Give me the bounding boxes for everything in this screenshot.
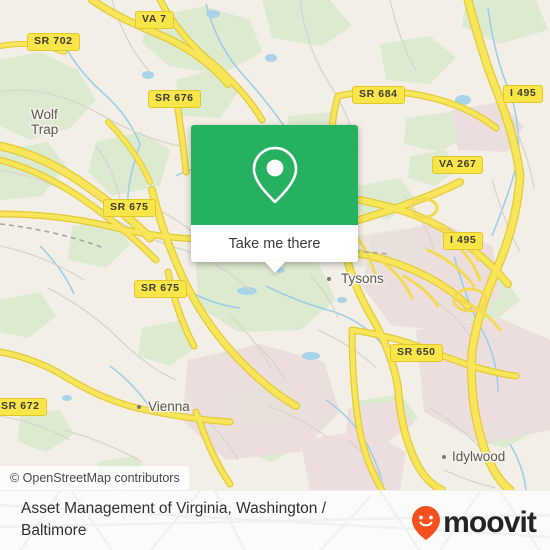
take-me-there-button[interactable]: Take me there — [191, 225, 358, 262]
place-dot-vienna — [137, 405, 141, 409]
road-shield: SR 672 — [0, 398, 47, 416]
road-shield: SR 675 — [103, 199, 156, 217]
road-shield: I 495 — [503, 85, 544, 103]
caption-bar: Asset Management of Virginia, Washington… — [0, 490, 550, 550]
road-shield: SR 676 — [148, 90, 201, 108]
place-label-wolf-trap: Wolf Trap — [31, 107, 59, 137]
road-shield: VA 7 — [135, 11, 174, 29]
place-dot-tysons — [327, 277, 331, 281]
take-me-there-popup[interactable]: Take me there — [191, 125, 358, 273]
road-shield: SR 684 — [352, 86, 405, 104]
moovit-smiley-pin-icon — [412, 506, 441, 540]
popup-pointer-tail — [263, 261, 286, 273]
osm-attribution-text: © OpenStreetMap contributors — [10, 471, 180, 485]
place-label-tysons: Tysons — [341, 271, 384, 286]
osm-attribution: © OpenStreetMap contributors — [0, 466, 189, 490]
road-shield: I 495 — [443, 232, 484, 250]
place-dot-idylwood — [442, 455, 446, 459]
road-shield: SR 702 — [27, 33, 80, 51]
road-shield: VA 267 — [432, 156, 484, 174]
moovit-logo: moovit — [410, 505, 537, 541]
screenshot-root: VA 7 SR 702 SR 676 SR 684 I 495 VA 267 S… — [0, 0, 550, 550]
road-shield: SR 675 — [134, 280, 187, 298]
popup-image-panel — [191, 125, 358, 225]
moovit-wordmark: moovit — [443, 506, 537, 539]
map-pin-icon — [252, 146, 297, 204]
road-shield: SR 650 — [390, 344, 443, 362]
place-label-vienna: Vienna — [148, 399, 190, 414]
map-canvas[interactable]: VA 7 SR 702 SR 676 SR 684 I 495 VA 267 S… — [0, 0, 550, 490]
place-label-idylwood: Idylwood — [452, 449, 506, 464]
page-title: Asset Management of Virginia, Washington… — [21, 500, 326, 539]
